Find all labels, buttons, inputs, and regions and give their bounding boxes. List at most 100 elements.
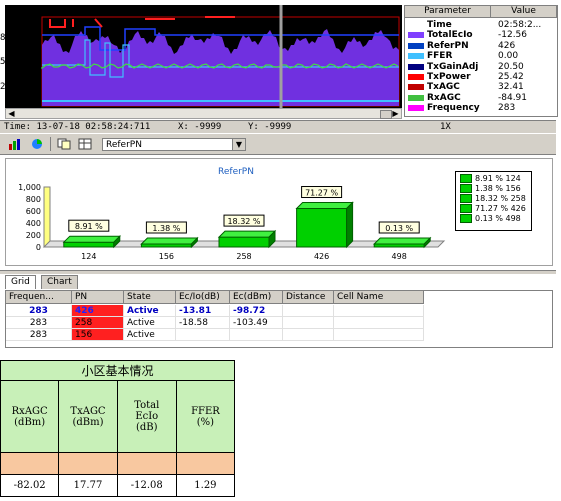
tab-chart[interactable]: Chart — [41, 275, 78, 289]
grid-cell-ec[interactable] — [230, 329, 283, 341]
param-name: TxGainAdj — [427, 61, 479, 72]
bar-top — [62, 235, 122, 243]
bar-top — [140, 237, 199, 245]
scroll-right-arrow[interactable]: ▶ — [391, 109, 400, 118]
plot-scrollbar[interactable]: ◀ ▶ — [5, 108, 402, 119]
param-name: ReferPN — [427, 40, 469, 51]
grid-cell-state[interactable]: Active — [124, 329, 176, 341]
status-time: Time: 13-07-18 02:58:24:711 — [4, 122, 151, 132]
cell-value-rxagc: -82.02 — [0, 474, 60, 497]
legend-item: 0.13 % 498 — [460, 214, 521, 224]
cell-header-total-ecio: Total EcIo (dB) — [116, 380, 177, 453]
grid-cell-state[interactable]: Active — [124, 305, 176, 317]
param-row[interactable]: RxAGC -84.91 — [405, 93, 557, 103]
grid-cell-ecio[interactable] — [176, 329, 230, 341]
time-series-plot[interactable] — [5, 5, 402, 108]
param-value: 0.00 — [498, 51, 519, 62]
scroll-left-arrow[interactable]: ◀ — [7, 109, 16, 118]
cell-header-txagc: TxAGC (dBm) — [58, 380, 118, 453]
copy-icon[interactable] — [57, 138, 71, 150]
status-zoom: 1X — [440, 122, 451, 132]
grid-cell-ec[interactable]: -98.72 — [230, 305, 283, 317]
plot-ytick-2: 5425 — [0, 57, 22, 67]
view-tabs: Grid Chart — [5, 275, 551, 289]
param-name: TxAGC — [427, 82, 460, 93]
cell-value-txagc: 17.77 — [58, 474, 118, 497]
cell-empty — [0, 452, 60, 475]
bar[interactable] — [218, 236, 270, 248]
param-header-name[interactable]: Parameter — [405, 6, 491, 18]
data-label: 71.27 % — [305, 189, 338, 198]
param-row[interactable]: FFER 0.00 — [405, 51, 557, 61]
grid-cell-pn[interactable]: 426 — [72, 305, 124, 317]
param-color-swatch — [408, 32, 424, 39]
param-row[interactable]: TxPower 25.42 — [405, 72, 557, 82]
grid-header-frequency[interactable]: Frequen... — [6, 291, 72, 304]
parameter-select[interactable]: ReferPN ▼ — [102, 138, 246, 151]
cell-header-ffer: FFER (%) — [175, 380, 236, 453]
bar-chart-icon[interactable] — [8, 138, 22, 150]
grid-cell-freq[interactable]: 283 — [6, 317, 72, 329]
chevron-down-icon[interactable]: ▼ — [232, 139, 245, 150]
grid-settings-icon[interactable] — [78, 138, 92, 150]
bar[interactable] — [63, 241, 115, 248]
grid-header-ec[interactable]: Ec(dBm) — [230, 291, 283, 304]
grid-header-distance[interactable]: Distance — [283, 291, 334, 304]
grid-cell-empty[interactable] — [334, 329, 424, 341]
legend-item: 18.32 % 258 — [460, 194, 526, 204]
param-row[interactable]: Frequency 283 — [405, 103, 557, 113]
param-name: Frequency — [427, 103, 480, 114]
grid-cell-pn[interactable]: 258 — [72, 317, 124, 329]
grid-cell-freq[interactable]: 283 — [6, 305, 72, 317]
legend-swatch — [460, 184, 472, 193]
data-label: 8.91 % — [75, 222, 103, 231]
grid-cell-empty[interactable] — [283, 317, 334, 329]
grid-cell-ecio[interactable]: -18.58 — [176, 317, 230, 329]
grid-cell-state[interactable]: Active — [124, 317, 176, 329]
panel-divider[interactable] — [0, 270, 556, 274]
grid-header-cell-name[interactable]: Cell Name — [334, 291, 424, 304]
grid-cell-ecio[interactable]: -13.81 — [176, 305, 230, 317]
grid-cell-empty[interactable] — [283, 305, 334, 317]
param-color-swatch — [408, 42, 424, 49]
grid-cell-pn[interactable]: 156 — [72, 329, 124, 341]
param-color-swatch — [408, 94, 424, 101]
cell-table-title: 小区基本情况 — [0, 360, 235, 381]
grid-cell-freq[interactable]: 283 — [6, 329, 72, 341]
param-value: 20.50 — [498, 61, 524, 72]
chart-legend: 8.91 % 124 1.38 % 156 18.32 % 258 71.27 … — [455, 171, 532, 231]
legend-label: 18.32 % 258 — [475, 194, 526, 203]
param-color-swatch — [408, 53, 424, 60]
param-value: -12.56 — [498, 30, 528, 41]
grid-header-ecio[interactable]: Ec/Io(dB) — [176, 291, 230, 304]
cell-empty — [116, 452, 177, 475]
tab-grid[interactable]: Grid — [5, 275, 36, 289]
status-bar: Time: 13-07-18 02:58:24:711 X: -9999 Y: … — [0, 120, 556, 133]
param-row[interactable]: TotalEcIo -12.56 — [405, 30, 557, 40]
bar-top — [295, 202, 354, 210]
grid-cell-ec[interactable]: -103.49 — [230, 317, 283, 329]
grid-header-pn[interactable]: PN — [72, 291, 124, 304]
param-row[interactable]: ReferPN 426 — [405, 41, 557, 51]
grid-cell-empty[interactable] — [283, 329, 334, 341]
param-row[interactable]: Time 02:58:2... — [405, 20, 557, 30]
bar[interactable] — [296, 208, 348, 248]
grid-cell-empty[interactable] — [334, 317, 424, 329]
toolbar-separator — [50, 137, 51, 151]
bar-top — [372, 237, 432, 245]
legend-swatch — [460, 214, 472, 223]
pn-grid: Frequen... PN State Ec/Io(dB) Ec(dBm) Di… — [5, 290, 553, 348]
param-row[interactable]: TxAGC 32.41 — [405, 82, 557, 92]
grid-header-state[interactable]: State — [124, 291, 176, 304]
y-tick-label: 1,000 — [18, 183, 41, 192]
pie-chart-icon[interactable] — [30, 138, 44, 150]
param-row[interactable]: TxGainAdj 20.50 — [405, 62, 557, 72]
legend-swatch — [460, 174, 472, 183]
param-value: -84.91 — [498, 92, 528, 103]
cell-empty — [175, 452, 236, 475]
grid-cell-empty[interactable] — [334, 305, 424, 317]
y-tick-label: 600 — [26, 207, 41, 216]
param-header-value[interactable]: Value — [491, 6, 557, 18]
param-color-swatch — [408, 84, 424, 91]
bar-side — [346, 201, 354, 249]
